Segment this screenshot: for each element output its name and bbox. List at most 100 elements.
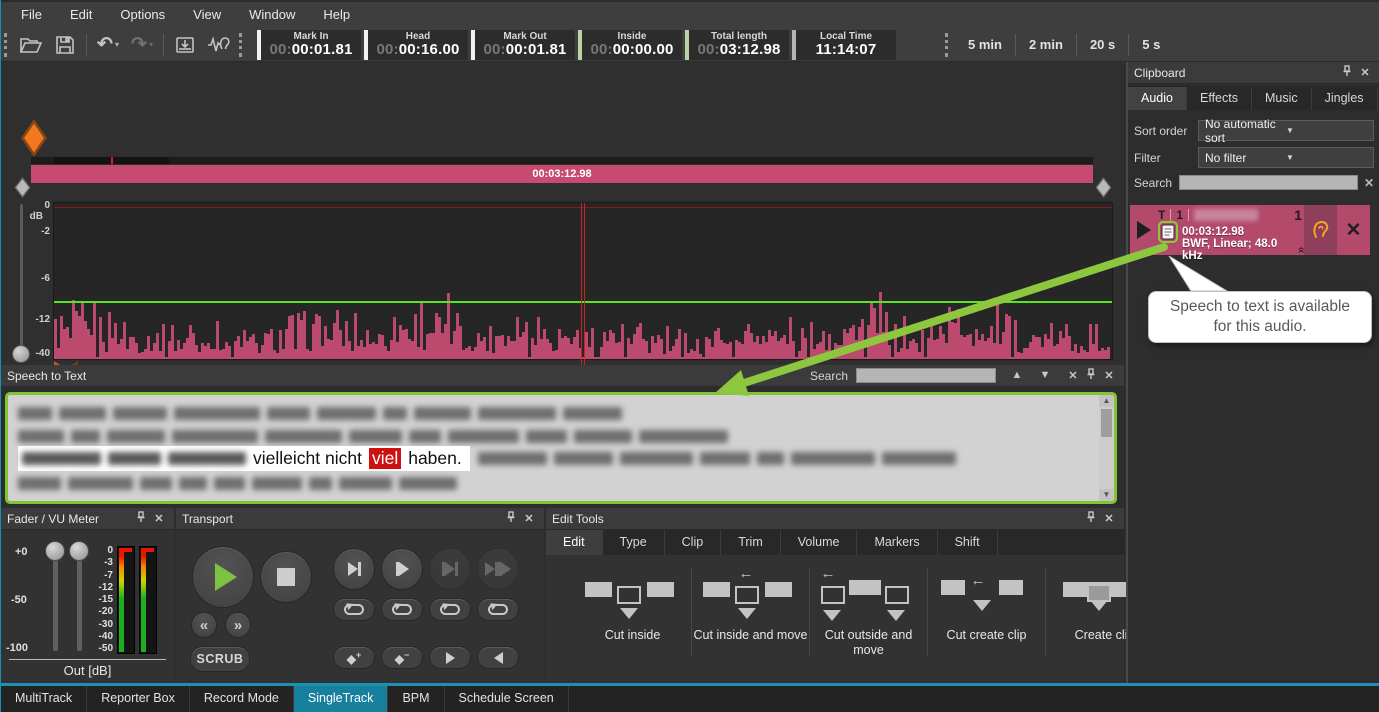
loop-button-3[interactable] [429,598,471,621]
forward-button[interactable]: » [225,612,251,638]
waveform-plot[interactable] [53,202,1113,360]
time-field-inside[interactable]: Inside 00:00:00.00 [578,30,682,60]
menu-edit[interactable]: Edit [56,2,106,28]
close-icon[interactable]: ✕ [520,512,538,525]
tab-clip[interactable]: Clip [665,530,722,555]
save-button[interactable] [48,31,82,59]
tab-audio[interactable]: Audio [1128,87,1187,110]
tab-bpm[interactable]: BPM [388,686,444,712]
fader-knob-left[interactable] [45,541,65,561]
tool-cut-create-clip[interactable]: ← Cut create clip [928,568,1045,643]
play-between-marks-button[interactable] [429,548,471,590]
clipboard-audio-item[interactable]: T 1 1 00:03:12.98 [1130,205,1370,255]
transcript-available-button[interactable] [1158,221,1178,243]
pin-icon[interactable] [1082,511,1100,526]
speech-transcript-area[interactable]: vielleicht nichtvielhaben. ▲ ▼ [5,392,1117,504]
clip-remove-button[interactable]: ✕ [1337,205,1370,255]
loop-button-4[interactable] [477,598,519,621]
playback-cursor[interactable] [581,203,582,381]
menu-options[interactable]: Options [106,2,179,28]
tab-schedule-screen[interactable]: Schedule Screen [445,686,569,712]
pin-icon[interactable] [1338,65,1356,80]
zoom-2min-button[interactable]: 2 min [1016,37,1076,52]
prev-marker-button[interactable] [477,646,519,669]
filter-select[interactable]: No filter ▼ [1198,147,1374,168]
vscroll-thumb[interactable] [1101,409,1112,437]
toolbar-grip[interactable] [239,33,243,57]
time-field-mark-in[interactable]: Mark In 00:00:01.81 [257,30,361,60]
vscroll-track[interactable] [1099,407,1114,489]
scroll-up-icon[interactable]: ▲ [1103,395,1111,407]
gain-slider-track[interactable] [20,204,23,356]
search-prev-icon[interactable]: ▲ [1008,369,1026,382]
zoom-20s-button[interactable]: 20 s [1077,37,1128,52]
menu-window[interactable]: Window [235,2,309,28]
pin-icon[interactable] [1082,368,1100,383]
pin-icon[interactable] [502,511,520,526]
undo-button[interactable]: ↶▾ [91,31,125,59]
tab-markers[interactable]: Markers [857,530,937,555]
menu-view[interactable]: View [179,2,235,28]
search-clear-icon[interactable]: ✕ [1064,369,1082,382]
next-marker-button[interactable] [429,646,471,669]
loop-button-2[interactable] [381,598,423,621]
close-icon[interactable]: ✕ [1100,369,1118,382]
speech-search-input[interactable] [856,368,996,383]
search-next-icon[interactable]: ▼ [1036,369,1054,382]
tool-cut-outside-move[interactable]: ← Cut outside and move [810,568,927,658]
toolbar-grip[interactable] [945,33,949,57]
speech-to-text-button[interactable] [202,31,236,59]
clipboard-search-input[interactable] [1179,175,1358,190]
marker-diamond-orange[interactable] [21,120,46,157]
search-clear-icon[interactable]: ✕ [1364,176,1374,190]
time-field-mark-out[interactable]: Mark Out 00:00:01.81 [471,30,575,60]
tab-music[interactable]: Music [1252,87,1312,110]
play-from-mark-button[interactable] [381,548,423,590]
time-field-head[interactable]: Head 00:00:16.00 [364,30,468,60]
close-icon[interactable]: ✕ [150,512,168,525]
tab-trim[interactable]: Trim [721,530,781,555]
open-file-button[interactable] [14,31,48,59]
time-field-local-time[interactable]: Local Time 11:14:07 [792,30,896,60]
tab-multitrack[interactable]: MultiTrack [1,686,87,712]
tab-singletrack[interactable]: SingleTrack [294,686,389,712]
tab-edit[interactable]: Edit [546,530,603,555]
range-diamond-left[interactable] [15,177,31,197]
speech-vscrollbar[interactable]: ▲ ▼ [1099,395,1114,501]
loop-button-1[interactable] [333,598,375,621]
tab-reporter-box[interactable]: Reporter Box [87,686,190,712]
time-field-total-length[interactable]: Total length 00:03:12.98 [685,30,789,60]
sort-order-select[interactable]: No automatic sort ▼ [1198,120,1374,141]
zoom-5min-button[interactable]: 5 min [955,37,1015,52]
tab-record-mode[interactable]: Record Mode [190,686,294,712]
tool-cut-inside[interactable]: Cut inside [574,568,691,643]
fader-track[interactable] [53,553,58,651]
add-marker-button[interactable]: ◆+ [333,646,375,669]
menu-help[interactable]: Help [309,2,364,28]
range-diamond-right[interactable] [1096,177,1112,197]
overview-ruler[interactable] [31,157,1093,164]
collapse-icon[interactable]: » [1294,247,1308,254]
rewind-button[interactable]: « [191,612,217,638]
stop-button[interactable] [260,551,312,603]
prelisten-button[interactable] [1304,205,1337,255]
tab-shift[interactable]: Shift [938,530,998,555]
menu-file[interactable]: File [7,2,56,28]
fader-knob-right[interactable] [69,541,89,561]
close-icon[interactable]: ✕ [1100,512,1118,525]
redo-button[interactable]: ↷▾ [125,31,159,59]
tab-type[interactable]: Type [603,530,665,555]
pin-icon[interactable] [132,511,150,526]
toolbar-grip[interactable] [4,33,8,57]
remove-marker-button[interactable]: ◆− [381,646,423,669]
tab-volume[interactable]: Volume [781,530,858,555]
clip-play-button[interactable] [1130,205,1158,255]
play-to-mark-button[interactable] [333,548,375,590]
scrub-button[interactable]: SCRUB [190,646,250,672]
close-icon[interactable]: ✕ [1356,66,1374,79]
scroll-down-icon[interactable]: ▼ [1103,489,1111,501]
tab-jingles[interactable]: Jingles [1312,87,1378,110]
play-around-cursor-button[interactable] [477,548,519,590]
tool-cut-inside-move[interactable]: ← Cut inside and move [692,568,809,643]
fader-track[interactable] [77,553,82,651]
